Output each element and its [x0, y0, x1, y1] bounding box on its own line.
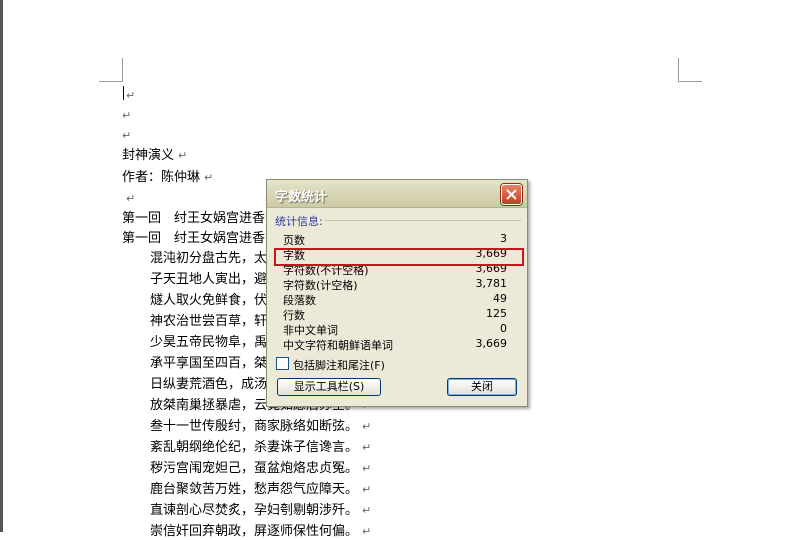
crop-mark-right-h — [678, 81, 702, 82]
document-line: 第一回 纣王女娲宫进香↵ — [122, 211, 278, 227]
stat-value: 0 — [500, 322, 507, 335]
stat-value: 125 — [486, 307, 507, 320]
stat-label: 页数 — [283, 234, 305, 247]
line-text: 封神演义 — [122, 148, 175, 163]
document-line: 崇信奸回弃朝政，屏逐师保性何偏。 ↵ — [150, 524, 371, 540]
stat-row: 字符数(计空格) 3,781 — [283, 277, 507, 292]
include-footnotes-checkbox[interactable] — [276, 357, 289, 370]
stat-row: 中文字符和朝鲜语单词 3,669 — [283, 337, 507, 352]
line-text: 第一回 纣王女娲宫进香 — [122, 231, 266, 246]
line-text: 紊乱朝纲绝伦纪，杀妻诛子信谗言。 — [150, 440, 359, 455]
dialog-title: 字数统计 — [275, 190, 328, 205]
stat-row: 页数 3 — [283, 232, 507, 247]
stat-label: 非中文单词 — [283, 324, 338, 337]
line-text: 叁十一世传殷纣，商家脉络如断弦。 — [150, 419, 359, 434]
document-line: 封神演义 ↵ — [122, 148, 187, 164]
section-divider — [325, 220, 521, 221]
paragraph-mark: ↵ — [362, 483, 372, 496]
stat-row: 非中文单词 0 — [283, 322, 507, 337]
paragraph-mark: ↵ — [362, 462, 372, 475]
paragraph-mark: ↵ — [126, 192, 136, 205]
paragraph-mark: ↵ — [362, 420, 372, 433]
crop-mark-right-v — [678, 58, 679, 82]
line-text: 鹿台聚敛苦万姓，愁声怨气应障天。 — [150, 482, 359, 497]
stat-label: 中文字符和朝鲜语单词 — [283, 339, 393, 352]
section-label: 统计信息: — [275, 215, 323, 228]
document-line: 鹿台聚敛苦万姓，愁声怨气应障天。 ↵ — [150, 482, 371, 498]
stat-row: 行数 125 — [283, 307, 507, 322]
document-line: ↵ — [122, 191, 135, 207]
document-line: 秽污宫闱宠妲己，虿盆炮烙忠贞冤。 ↵ — [150, 461, 371, 477]
document-line: 第一回 纣王女娲宫进香↵ — [122, 231, 278, 247]
empty-paragraph-2: ↵ — [122, 109, 132, 122]
paragraph-mark: ↵ — [204, 171, 214, 184]
close-icon[interactable] — [501, 184, 522, 205]
document-line: 叁十一世传殷纣，商家脉络如断弦。 ↵ — [150, 419, 371, 435]
stat-label: 行数 — [283, 309, 305, 322]
line-text: 作者：陈仲琳 — [122, 170, 201, 185]
word-count-dialog: 字数统计 统计信息: 页数 3 字数 3,669 字符数(不计空格) 3,669 字符数(计… — [266, 179, 528, 407]
empty-paragraph-3: ↵ — [122, 129, 132, 142]
show-toolbar-button[interactable]: 显示工具栏(S) — [277, 378, 381, 396]
stat-label: 段落数 — [283, 294, 316, 307]
highlight-box — [274, 248, 524, 266]
document-line: 直谏剖心尽焚炙，孕妇刳剔朝涉歼。 ↵ — [150, 503, 371, 519]
document-line: 紊乱朝纲绝伦纪，杀妻诛子信谗言。 ↵ — [150, 440, 371, 456]
crop-mark-left-v — [122, 58, 123, 82]
stat-value: 49 — [493, 292, 507, 305]
paragraph-mark: ↵ — [178, 149, 188, 162]
line-text: 秽污宫闱宠妲己，虿盆炮烙忠贞冤。 — [150, 461, 359, 476]
stat-row: 段落数 49 — [283, 292, 507, 307]
close-button[interactable]: 关闭 — [447, 378, 517, 396]
document-line: 作者：陈仲琳 ↵ — [122, 170, 213, 186]
include-footnotes-label[interactable]: 包括脚注和尾注(F) — [293, 357, 385, 373]
paragraph-mark: ↵ — [362, 504, 372, 517]
stat-value: 3,781 — [475, 277, 508, 290]
empty-paragraph-1: ↵ — [126, 89, 136, 102]
crop-mark-left-h — [99, 81, 123, 82]
stat-value: 3,669 — [475, 337, 508, 350]
line-text: 第一回 纣王女娲宫进香 — [122, 211, 266, 226]
paragraph-mark: ↵ — [362, 441, 372, 454]
stat-label: 字符数(计空格) — [283, 279, 358, 292]
dialog-titlebar[interactable]: 字数统计 — [267, 180, 527, 208]
line-text: 直谏剖心尽焚炙，孕妇刳剔朝涉歼。 — [150, 503, 359, 518]
stat-value: 3 — [500, 232, 507, 245]
